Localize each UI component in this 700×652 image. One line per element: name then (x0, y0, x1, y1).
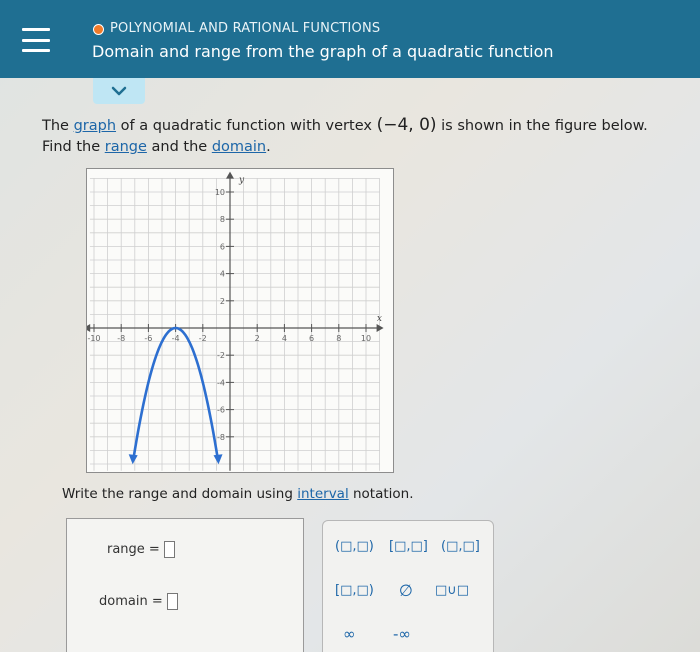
x-tick-label: -4 (172, 334, 180, 343)
domain-link[interactable]: domain (212, 139, 266, 155)
chevron-down-icon (111, 86, 127, 96)
range-label: range = (107, 542, 160, 557)
quadratic-graph: -10 -8 -6 -4 -2 2 4 6 8 10 10 8 6 4 2 -2 -4 -6 -8 x y (83, 171, 384, 471)
curve-arrow-left (128, 454, 138, 465)
instruction-text: Write the range and domain using interva… (62, 486, 414, 502)
x-tick-label: 6 (309, 334, 314, 343)
infinity-button[interactable]: ∞ (343, 625, 356, 643)
y-tick-label: 2 (220, 297, 225, 306)
empty-set-button[interactable]: ∅ (399, 581, 413, 600)
y-tick-label: -8 (217, 433, 225, 442)
graph-panel: -10 -8 -6 -4 -2 2 4 6 8 10 10 8 6 4 2 -2 -4 -6 -8 x y (83, 168, 394, 473)
domain-input[interactable] (166, 593, 178, 610)
header-bar: POLYNOMIAL AND RATIONAL FUNCTIONS Domain… (0, 0, 700, 78)
x-tick-label: -2 (199, 334, 207, 343)
y-tick-label: 4 (220, 270, 225, 279)
page-title: Domain and range from the graph of a qua… (92, 42, 554, 61)
x-axis-arrow (83, 324, 91, 332)
x-tick-label: -10 (87, 334, 100, 343)
interval-link[interactable]: interval (297, 486, 348, 502)
right-open-interval-button[interactable]: [□,□) (335, 583, 374, 598)
open-interval-button[interactable]: (□,□) (335, 539, 374, 554)
domain-label: domain = (99, 594, 163, 609)
x-tick-label: 4 (282, 334, 287, 343)
x-tick-label: -6 (144, 334, 152, 343)
y-tick-label: 10 (215, 188, 225, 197)
y-tick-label: -4 (217, 378, 225, 387)
x-tick-label: 2 (255, 334, 260, 343)
graph-link[interactable]: graph (74, 118, 116, 134)
range-link[interactable]: range (105, 139, 147, 155)
closed-interval-button[interactable]: [□,□] (389, 539, 428, 554)
y-tick-label: -2 (217, 351, 225, 360)
domain-row: domain = (99, 593, 178, 610)
answer-panel: range = domain = (66, 518, 304, 652)
vertex-value: (−4, 0) (376, 115, 437, 135)
y-tick-label: 6 (220, 242, 225, 251)
x-tick-label: 10 (361, 334, 371, 343)
x-tick-label: 8 (336, 334, 341, 343)
x-tick-label: -8 (117, 334, 125, 343)
expand-toggle[interactable] (93, 78, 145, 104)
union-button[interactable]: □∪□ (435, 583, 469, 598)
curve-arrow-right (213, 454, 223, 465)
y-axis-label: y (238, 175, 245, 185)
menu-icon[interactable] (22, 28, 50, 52)
x-axis-label: x (377, 314, 382, 324)
y-tick-label: 8 (220, 215, 225, 224)
range-input[interactable] (163, 541, 175, 558)
question-text: The graph of a quadratic function with v… (42, 115, 648, 155)
range-row: range = (107, 541, 175, 558)
y-axis-arrow (226, 171, 234, 179)
topic-status-icon (93, 24, 104, 35)
y-tick-label: -6 (217, 406, 225, 415)
notation-keypad: (□,□) [□,□] (□,□] [□,□) ∅ □∪□ ∞ -∞ (322, 520, 494, 652)
topic-title: POLYNOMIAL AND RATIONAL FUNCTIONS (110, 21, 381, 36)
negative-infinity-button[interactable]: -∞ (393, 625, 411, 643)
left-open-interval-button[interactable]: (□,□] (441, 539, 480, 554)
x-axis-arrow (376, 324, 384, 332)
